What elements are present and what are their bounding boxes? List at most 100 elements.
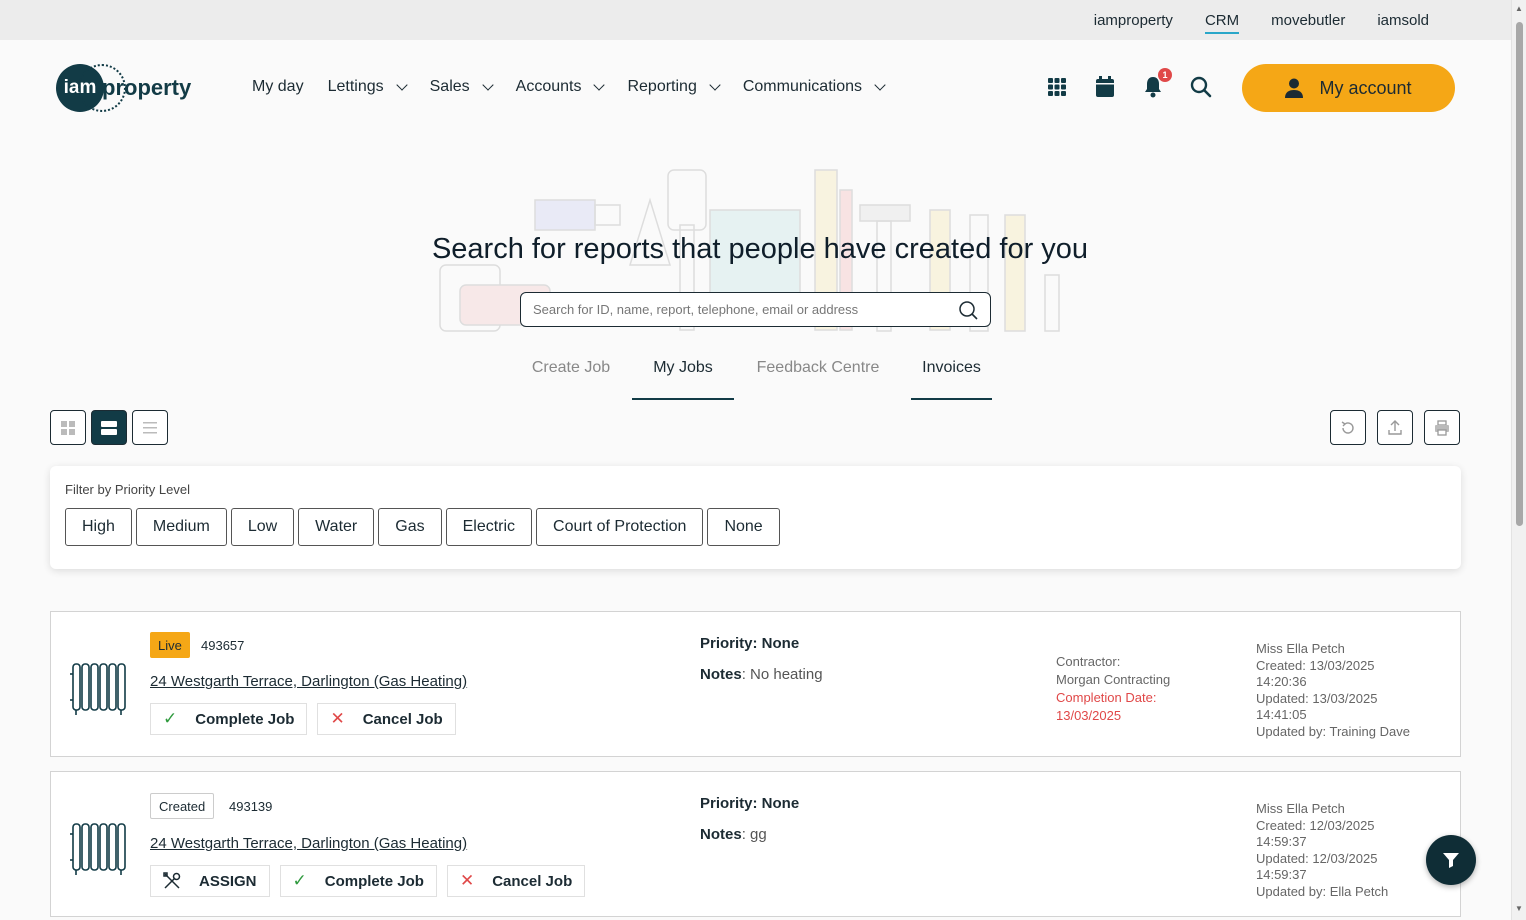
page-scrollbar[interactable]: ▲ ▼ [1511, 0, 1526, 920]
complete-job-button[interactable]: ✓ Complete Job [279, 865, 437, 897]
updated-date: Updated: 13/03/2025 [1256, 690, 1378, 706]
complete-job-button[interactable]: ✓ Complete Job [150, 703, 308, 735]
chip-low[interactable]: Low [230, 508, 295, 546]
action-label: Complete Job [324, 872, 424, 890]
notes-label: Notes [700, 826, 742, 843]
card-view-button[interactable] [91, 410, 127, 445]
nav-accounts[interactable]: Accounts [515, 78, 606, 96]
chip-none[interactable]: None [707, 508, 780, 546]
updated-by: Updated by: Training Dave [1256, 723, 1410, 739]
completion-date: 13/03/2025 [1056, 708, 1122, 723]
search-icon[interactable] [958, 300, 978, 320]
iamproperty-logo[interactable]: iam property [56, 64, 191, 112]
nav-label: My day [252, 78, 304, 95]
link-movebutler[interactable]: movebutler [1271, 12, 1345, 29]
updated-by: Updated by: Ella Petch [1256, 883, 1389, 899]
contractor-name: Morgan Contracting [1056, 672, 1171, 687]
search-icon[interactable] [1190, 76, 1212, 98]
scroll-down-icon[interactable]: ▼ [1515, 904, 1523, 913]
notes-value: : No heating [741, 666, 823, 683]
created-time: 14:59:37 [1256, 834, 1307, 849]
nav-communications[interactable]: Communications [743, 78, 886, 96]
filter-fab-button[interactable] [1426, 835, 1476, 885]
job-meta: Miss Ella Petch Created: 13/03/2025 14:2… [1256, 641, 1410, 740]
apps-grid-icon[interactable] [1046, 76, 1068, 98]
scroll-up-icon[interactable]: ▲ [1515, 4, 1523, 13]
job-tabs: Create Job My Jobs Feedback Centre Invoi… [0, 352, 1511, 400]
tab-my-jobs[interactable]: My Jobs [632, 352, 734, 400]
my-account-button[interactable]: My account [1242, 64, 1455, 112]
close-icon: ✕ [330, 709, 345, 728]
chip-medium[interactable]: Medium [135, 508, 227, 546]
tab-invoices[interactable]: Invoices [911, 352, 992, 400]
link-iamsold[interactable]: iamsold [1377, 12, 1429, 29]
tab-feedback-centre[interactable]: Feedback Centre [754, 352, 882, 400]
nav-lettings[interactable]: Lettings [327, 78, 408, 96]
grid-view-button[interactable] [50, 410, 86, 445]
created-date: Created: 13/03/2025 [1256, 657, 1375, 673]
cancel-job-button[interactable]: ✕ Cancel Job [446, 865, 586, 897]
status-badge: Created [150, 793, 215, 819]
created-date: Created: 12/03/2025 [1256, 817, 1375, 833]
main-header: iam property My day Lettings Sales Accou… [0, 40, 1511, 136]
link-iamproperty[interactable]: iamproperty [1094, 12, 1173, 29]
nav-my-day[interactable]: My day [252, 78, 304, 96]
list-view-button[interactable] [132, 410, 168, 445]
bell-icon[interactable]: 1 [1142, 68, 1172, 98]
export-button[interactable] [1377, 410, 1413, 445]
close-icon: ✕ [459, 871, 475, 890]
created-time: 14:20:36 [1256, 674, 1307, 689]
notes-text: Notes: No heating [700, 666, 823, 683]
refresh-icon [1341, 420, 1354, 434]
scrollbar-thumb[interactable] [1516, 22, 1523, 526]
chevron-down-icon [874, 79, 886, 91]
action-label: ASSIGN [199, 872, 257, 890]
refresh-button[interactable] [1330, 410, 1366, 445]
grid-view-icon [61, 420, 75, 435]
nav-reporting[interactable]: Reporting [627, 78, 721, 96]
action-label: Cancel Job [362, 710, 443, 728]
assign-button[interactable]: ASSIGN [150, 865, 270, 897]
chevron-down-icon [593, 79, 606, 91]
completion-label: Completion Date: [1056, 690, 1157, 705]
header-icons: 1 [1046, 68, 1212, 98]
priority-filter-panel: Filter by Priority Level High Medium Low… [50, 466, 1461, 569]
tab-create-job[interactable]: Create Job [530, 352, 612, 400]
updated-date: Updated: 12/03/2025 [1256, 850, 1378, 866]
print-button[interactable] [1424, 410, 1460, 445]
top-utility-bar: iamproperty CRM movebutler iamsold [0, 0, 1511, 40]
job-address-link[interactable]: 24 Westgarth Terrace, Darlington (Gas He… [150, 673, 467, 690]
nav-sales[interactable]: Sales [430, 78, 494, 96]
main-nav: My day Lettings Sales Accounts Reporting… [252, 78, 886, 96]
priority-text: Priority: None [700, 635, 800, 652]
calendar-icon[interactable] [1094, 76, 1116, 98]
report-search-input[interactable] [533, 302, 958, 317]
job-address-link[interactable]: 24 Westgarth Terrace, Darlington (Gas He… [150, 835, 467, 852]
status-badge: Live [150, 632, 190, 658]
job-id: 493657 [201, 638, 245, 653]
chip-electric[interactable]: Electric [445, 508, 533, 546]
priority-chips: High Medium Low Water Gas Electric Court… [65, 508, 780, 546]
priority-text: Priority: None [700, 795, 800, 812]
page-title: Search for reports that people have crea… [431, 233, 1089, 265]
updated-time: 14:41:05 [1256, 707, 1307, 722]
report-search-box [520, 292, 991, 327]
chip-water[interactable]: Water [298, 508, 375, 546]
job-actions: ✓ Complete Job ✕ Cancel Job [150, 703, 456, 735]
chip-court-of-protection[interactable]: Court of Protection [536, 508, 704, 546]
check-icon: ✓ [163, 709, 178, 728]
notes-text: Notes: gg [700, 826, 767, 843]
notification-badge: 1 [1158, 68, 1172, 82]
nav-label: Reporting [627, 78, 697, 95]
logo-word: property [102, 75, 192, 100]
nav-label: Accounts [515, 78, 582, 95]
link-crm[interactable]: CRM [1204, 12, 1240, 34]
job-actions: ASSIGN ✓ Complete Job ✕ Cancel Job [150, 865, 586, 897]
filter-label: Filter by Priority Level [65, 482, 190, 497]
chip-high[interactable]: High [65, 508, 132, 546]
user-icon [1285, 78, 1304, 98]
chip-gas[interactable]: Gas [378, 508, 442, 546]
check-icon: ✓ [292, 871, 307, 890]
cancel-job-button[interactable]: ✕ Cancel Job [317, 703, 456, 735]
nav-label: Lettings [327, 78, 384, 95]
